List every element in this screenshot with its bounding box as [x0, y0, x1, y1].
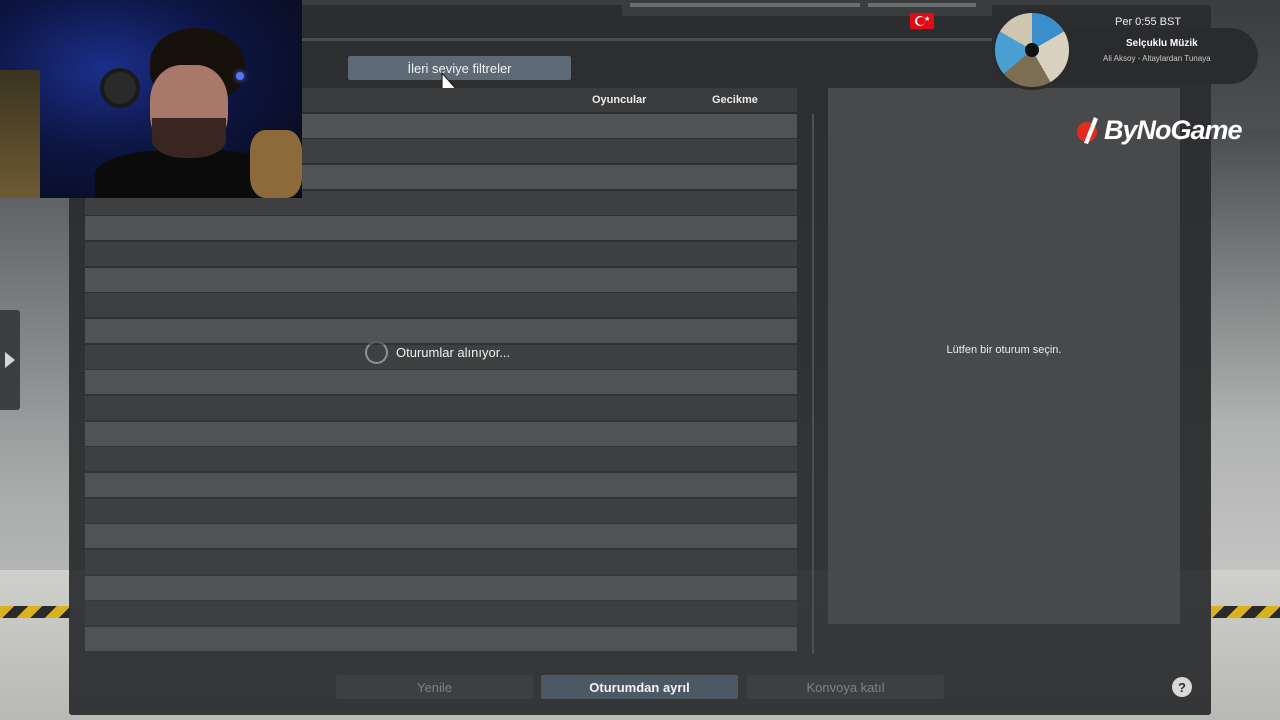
top-tab-segment	[630, 3, 860, 7]
hazard-stripe-left	[0, 606, 70, 618]
list-row[interactable]	[85, 550, 797, 574]
list-row[interactable]	[302, 139, 797, 163]
list-row[interactable]	[85, 216, 797, 240]
leave-session-button[interactable]: Oturumdan ayrıl	[541, 675, 738, 699]
list-row[interactable]	[85, 473, 797, 497]
help-icon[interactable]: ?	[1172, 677, 1192, 697]
session-list-header: Oyuncular Gecikme	[302, 88, 797, 112]
list-row[interactable]	[85, 422, 797, 446]
music-title: Selçuklu Müzik	[1126, 38, 1198, 49]
column-header-players[interactable]: Oyuncular	[592, 94, 646, 106]
list-row[interactable]	[85, 370, 797, 394]
logo-mark-icon	[1077, 117, 1098, 144]
disc-center-hole	[1025, 43, 1039, 57]
webcam-pillow	[250, 130, 302, 198]
list-row[interactable]	[85, 293, 797, 317]
column-header-latency[interactable]: Gecikme	[712, 94, 758, 106]
webcam-person-beard	[152, 118, 226, 158]
turkey-flag-icon[interactable]: ★	[910, 13, 934, 29]
list-row[interactable]	[85, 499, 797, 523]
loading-text: Oturumlar alınıyor...	[396, 344, 511, 360]
list-row[interactable]	[85, 601, 797, 625]
list-row[interactable]	[85, 447, 797, 471]
list-row[interactable]	[85, 242, 797, 266]
list-row[interactable]	[302, 114, 797, 138]
hazard-stripe-right	[1210, 606, 1280, 618]
webcam-led	[236, 72, 244, 80]
chevron-right-icon	[5, 352, 15, 368]
header-divider	[302, 38, 992, 41]
list-row[interactable]	[85, 396, 797, 420]
join-convoy-button[interactable]: Konvoya katıl	[747, 675, 944, 699]
detail-placeholder-text: Lütfen bir oturum seçin.	[946, 344, 1062, 356]
session-detail-panel: Lütfen bir oturum seçin.	[828, 88, 1180, 624]
bynogame-logo: ByNoGame	[1076, 113, 1243, 147]
list-scrollbar[interactable]	[812, 114, 814, 654]
list-row[interactable]	[85, 576, 797, 600]
webcam-shelf	[0, 70, 40, 198]
loading-spinner-icon	[365, 340, 388, 364]
webcam-overlay	[0, 0, 302, 198]
side-menu-tab[interactable]	[0, 310, 20, 410]
top-tab-segment	[868, 3, 976, 7]
list-row[interactable]	[85, 268, 797, 292]
top-tab-strip	[622, 0, 992, 18]
logo-text: ByNoGame	[1104, 114, 1243, 145]
loading-indicator: Oturumlar alınıyor...	[365, 340, 510, 364]
music-widget: Per 0:55 BST Selçuklu Müzik Ali Aksoy - …	[992, 10, 1258, 92]
list-row[interactable]	[85, 627, 797, 651]
advanced-filters-button[interactable]: İleri seviye filtreler	[348, 56, 571, 80]
music-artist: Ali Aksoy - Altaylardan Tunaya	[1103, 54, 1211, 63]
list-row[interactable]	[302, 165, 797, 189]
refresh-button[interactable]: Yenile	[336, 675, 533, 699]
list-row[interactable]	[85, 524, 797, 548]
clock-text: Per 0:55 BST	[1115, 16, 1182, 28]
headset-icon	[100, 68, 140, 108]
